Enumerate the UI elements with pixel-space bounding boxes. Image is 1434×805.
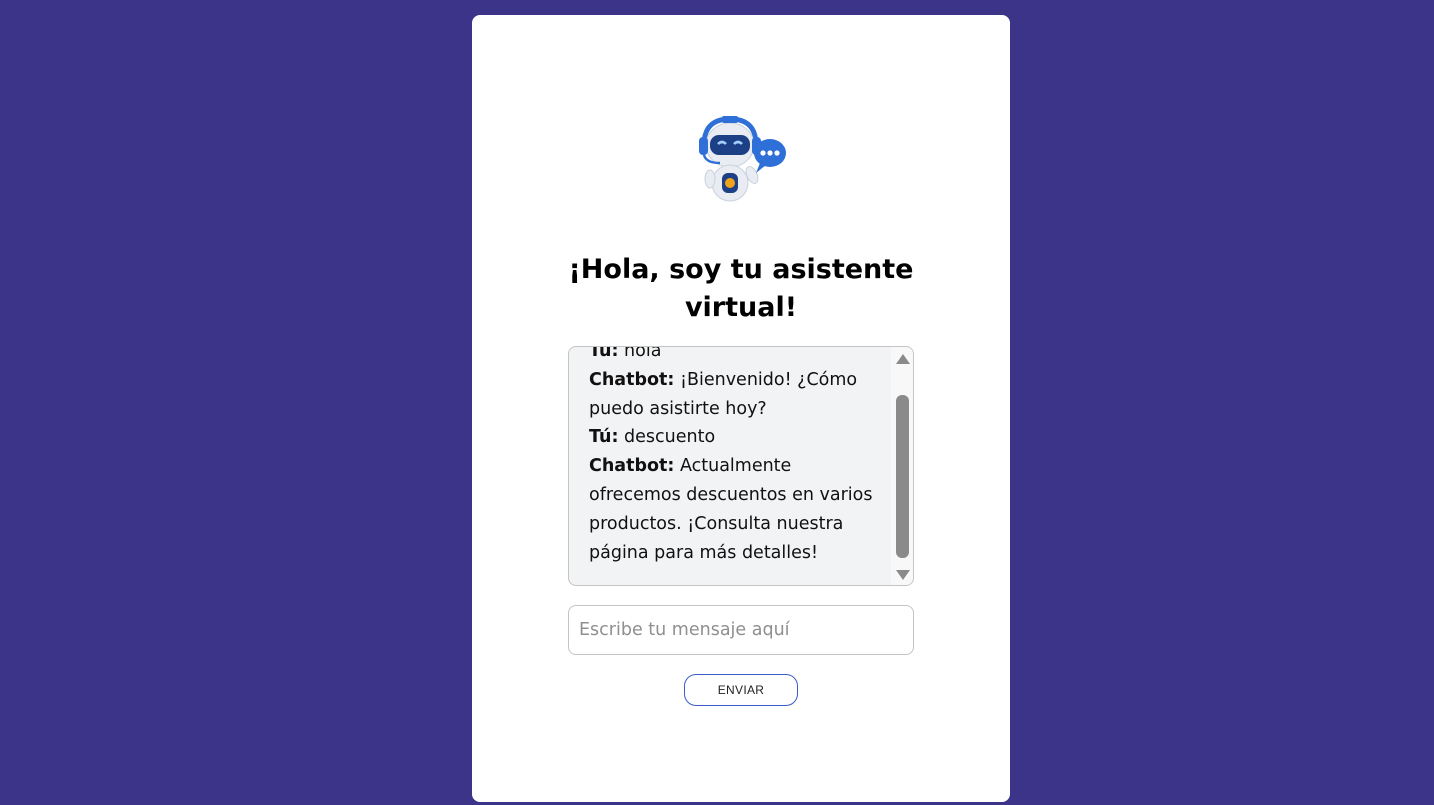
chat-message-bot: Chatbot: Actualmente ofrecemos descuento… [589,452,879,567]
scrollbar-thumb[interactable] [896,395,909,558]
chat-message-user: Tú: hola [589,347,879,366]
chat-scroll-area: Tú: hola Chatbot: ¡Bienvenido! ¿Cómo pue… [569,347,891,585]
title-line-1: ¡Hola, soy tu asistente [568,254,914,285]
chat-bubble-icon [754,139,786,173]
message-sender: Chatbot: [589,456,675,477]
message-sender: Chatbot: [589,369,675,390]
chat-scrollbar[interactable] [891,347,913,585]
message-text: hola [618,347,662,361]
scroll-up-arrow-icon[interactable] [896,354,910,364]
chat-messages: Tú: hola Chatbot: ¡Bienvenido! ¿Cómo pue… [589,347,879,567]
chat-card: ¡Hola, soy tu asistente virtual! Tú: hol… [472,15,1010,802]
scroll-down-arrow-icon[interactable] [896,570,910,580]
message-text: descuento [618,427,716,448]
send-button[interactable]: ENVIAR [684,674,798,706]
title-line-2: virtual! [684,292,798,323]
chat-message-bot: Chatbot: ¡Bienvenido! ¿Cómo puedo asisti… [589,366,879,424]
message-sender: Tú: [589,347,619,361]
chat-message-user: Tú: descuento [589,423,879,452]
robot-assistant-icon [699,116,786,202]
message-sender: Tú: [589,427,619,448]
message-input[interactable] [568,605,914,655]
chat-log[interactable]: Tú: hola Chatbot: ¡Bienvenido! ¿Cómo pue… [568,346,914,586]
page-title: ¡Hola, soy tu asistente virtual! [472,251,1010,327]
